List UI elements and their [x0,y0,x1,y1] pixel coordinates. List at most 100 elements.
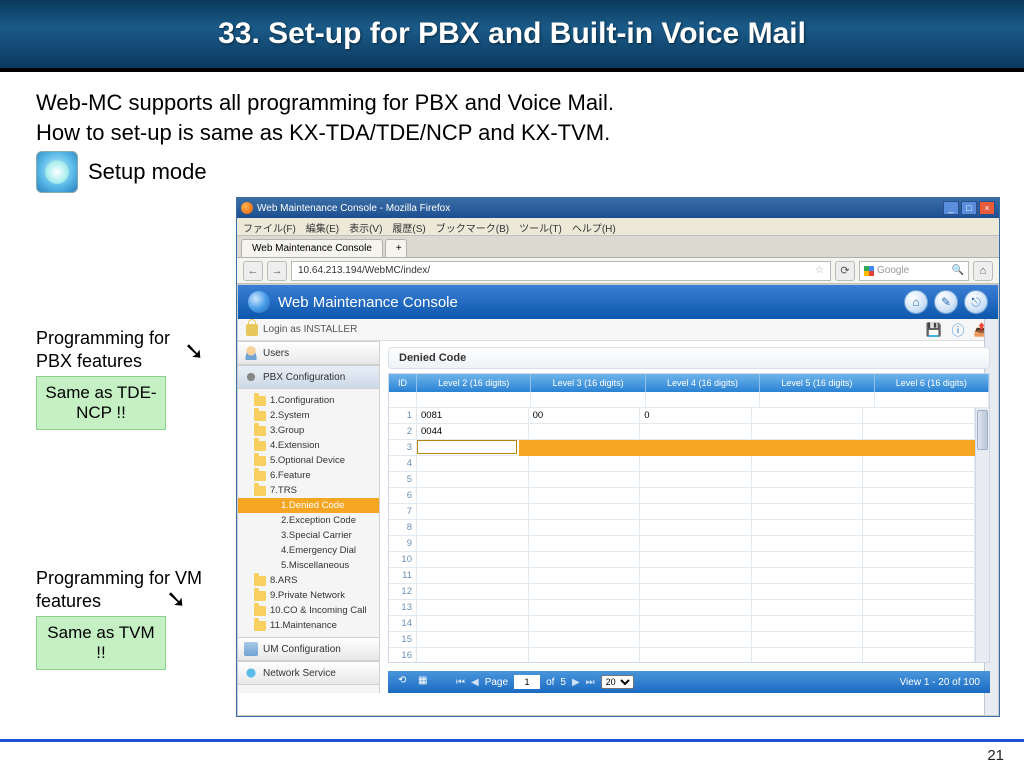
header-setup-button[interactable]: ✎ [934,290,958,314]
info-icon[interactable]: ⓘ [950,322,966,338]
table-row[interactable]: 20044 [389,424,975,440]
cell[interactable] [417,552,529,567]
page-size-select[interactable]: 20 [601,675,634,689]
tree-item[interactable]: 7.TRS [238,483,379,498]
maximize-button[interactable]: □ [961,201,977,215]
cell[interactable] [752,504,864,519]
cell[interactable] [752,584,864,599]
column-header[interactable]: Level 2 (16 digits) [417,374,531,392]
cell[interactable] [640,568,752,583]
cell[interactable] [417,584,529,599]
filter-cell[interactable] [760,392,874,407]
cell[interactable] [863,472,975,487]
cell[interactable] [529,584,641,599]
cell[interactable] [863,568,975,583]
cell[interactable] [640,616,752,631]
cell[interactable] [640,520,752,535]
filter-cell[interactable] [417,392,531,407]
cell[interactable] [529,520,641,535]
table-row[interactable]: 10 [389,552,975,568]
cell[interactable] [640,504,752,519]
table-row[interactable]: 7 [389,504,975,520]
tree-item[interactable]: 8.ARS [238,573,379,588]
cell[interactable] [529,424,641,439]
column-header[interactable]: Level 3 (16 digits) [531,374,645,392]
cell[interactable] [529,568,641,583]
search-input[interactable]: Google 🔍 [859,261,969,281]
tree-item[interactable]: 3.Special Carrier [238,528,379,543]
cell[interactable] [752,552,864,567]
close-button[interactable]: × [979,201,995,215]
cell[interactable] [863,648,975,662]
cell[interactable] [529,648,641,662]
cell[interactable] [752,568,864,583]
header-logout-button[interactable]: ⎋ [964,290,988,314]
cell[interactable] [752,488,864,503]
cell[interactable] [529,616,641,631]
cell[interactable] [752,616,864,631]
cell[interactable] [752,520,864,535]
columns-icon[interactable]: ▦ [418,675,432,689]
cell[interactable] [640,536,752,551]
cell[interactable] [529,536,641,551]
cell[interactable] [752,424,864,439]
cell[interactable] [640,424,752,439]
tree-item[interactable]: 4.Emergency Dial [238,543,379,558]
cell[interactable] [417,568,529,583]
cell[interactable] [863,632,975,647]
sidebar-section-network[interactable]: Network Service [238,661,379,685]
url-input[interactable]: 10.64.213.194/WebMC/index/ ☆ [291,261,831,281]
table-row[interactable]: 5 [389,472,975,488]
tree-item[interactable]: 2.System [238,408,379,423]
cell[interactable] [417,504,529,519]
cell[interactable] [529,488,641,503]
cell[interactable] [640,632,752,647]
header-home-button[interactable]: ⌂ [904,290,928,314]
scrollbar-thumb[interactable] [977,410,988,450]
next-page-button[interactable]: ▶ [572,677,580,688]
cell[interactable] [417,472,529,487]
cell[interactable] [640,648,752,662]
cell[interactable] [640,600,752,615]
cell[interactable] [640,472,752,487]
cell[interactable] [640,456,752,471]
column-header[interactable]: Level 4 (16 digits) [646,374,760,392]
cell[interactable]: 0044 [417,424,529,439]
cell[interactable] [640,552,752,567]
filter-cell[interactable] [646,392,760,407]
cell[interactable] [529,472,641,487]
window-titlebar[interactable]: Web Maintenance Console - Mozilla Firefo… [237,198,999,218]
cell[interactable] [863,488,975,503]
tree-item[interactable]: 5.Optional Device [238,453,379,468]
cell[interactable] [863,552,975,567]
cell[interactable] [417,648,529,662]
cell[interactable] [863,584,975,599]
table-row[interactable]: 12 [389,584,975,600]
grid-filter-row[interactable] [389,392,989,408]
cell[interactable] [417,488,529,503]
reload-button[interactable]: ⟳ [835,261,855,281]
tree-item[interactable]: 11.Maintenance [238,618,379,633]
active-cell-editor[interactable] [417,440,517,454]
tree-item[interactable]: 5.Miscellaneous [238,558,379,573]
forward-button[interactable]: → [267,261,287,281]
table-row[interactable]: 9 [389,536,975,552]
cell[interactable] [752,472,864,487]
menu-bar[interactable]: ファイル(F) 編集(E) 表示(V) 履歴(S) ブックマーク(B) ツール(… [237,218,999,236]
table-row[interactable]: 13 [389,600,975,616]
last-page-button[interactable]: ⏭ [586,677,595,688]
tree-item[interactable]: 1.Configuration [238,393,379,408]
cell[interactable] [752,456,864,471]
tree-item[interactable]: 2.Exception Code [238,513,379,528]
filter-cell[interactable] [531,392,645,407]
cell[interactable] [752,408,864,423]
cell[interactable]: 0081 [417,408,529,423]
tree-item[interactable]: 9.Private Network [238,588,379,603]
cell[interactable] [417,456,529,471]
sidebar-section-um[interactable]: UM Configuration [238,637,379,661]
cell[interactable] [529,552,641,567]
tree-item[interactable]: 3.Group [238,423,379,438]
cell[interactable] [863,456,975,471]
cell[interactable] [529,600,641,615]
cell[interactable] [752,536,864,551]
